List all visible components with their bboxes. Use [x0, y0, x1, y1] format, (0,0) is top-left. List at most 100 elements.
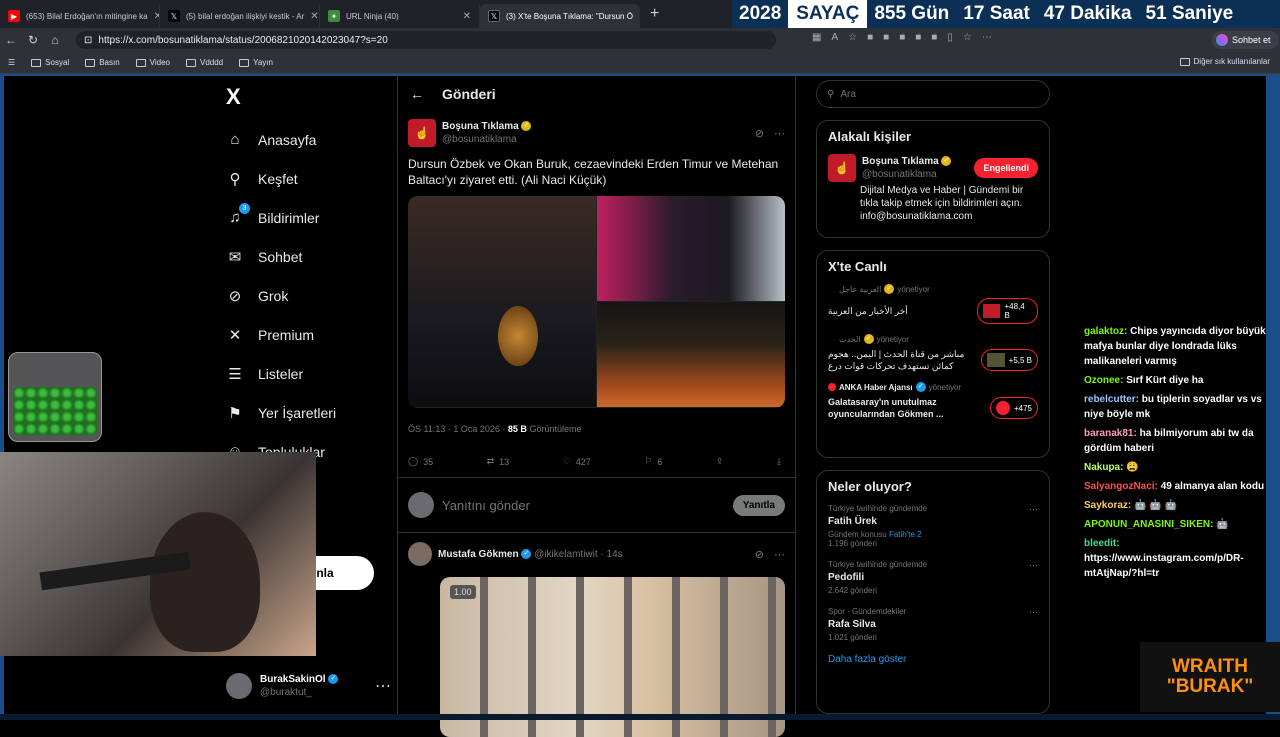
back-icon[interactable]: ←	[0, 33, 22, 47]
related-name[interactable]: Boşuna Tıklama	[862, 156, 939, 167]
post-media[interactable]: 1.00	[440, 577, 785, 737]
close-icon[interactable]: ✕	[463, 11, 471, 22]
live-item[interactable]: العربية عاجل ✓ yönetiyor أخر الأخبار من ال…	[828, 284, 1038, 324]
blocked-button[interactable]: Engellendi	[974, 158, 1038, 178]
share-icon[interactable]: ⇪	[716, 456, 724, 467]
stream-chat: galaktoz: Chips yayıncıda diyor büyük ma…	[1084, 324, 1272, 585]
copilot-chat-button[interactable]: Sohbet et	[1212, 31, 1279, 49]
tab-label: URL Ninja (40)	[346, 11, 399, 21]
browser-tab[interactable]: ✦ URL Ninja (40) ✕	[320, 4, 480, 28]
grok-icon[interactable]: ⊘	[755, 127, 764, 140]
chat-user: rebelcutter:	[1084, 394, 1140, 405]
media-badge: 1.00	[450, 585, 476, 599]
avatar	[408, 492, 434, 518]
post-text: Dursun Özbek ve Okan Buruk, cezaevindeki…	[408, 157, 779, 187]
sidebar-item-lists[interactable]: ☰ Listeler	[226, 354, 336, 393]
split-icon[interactable]: ▯	[947, 32, 953, 43]
trend-extra-link[interactable]: Fatih'te 2	[889, 530, 922, 539]
bookmarks-menu-icon[interactable]: ☰	[0, 58, 23, 67]
download-icon[interactable]: ⤓	[777, 456, 781, 467]
bookmark-folder[interactable]: Video	[128, 58, 178, 67]
sidebar-item-notifications[interactable]: ♫ 3 Bildirimler	[226, 198, 336, 237]
bookmark-folder[interactable]: Basın	[77, 58, 127, 67]
avatar[interactable]: ☝	[828, 154, 856, 182]
media-photo[interactable]	[597, 196, 785, 301]
home-icon[interactable]: ⌂	[44, 33, 66, 47]
chat-user: Saykoraz:	[1084, 500, 1132, 511]
more-icon[interactable]: ⋯	[1029, 504, 1038, 515]
site-info-icon[interactable]: ⊡	[84, 35, 92, 46]
extension-icon[interactable]: ■	[915, 32, 921, 43]
other-bookmarks[interactable]: Diğer sık kullanılanlar	[1179, 57, 1270, 66]
bookmark-folder[interactable]: Sosyal	[23, 58, 77, 67]
search-input[interactable]: ⚲ Ara	[816, 80, 1050, 108]
back-arrow-icon[interactable]: ←	[410, 86, 424, 102]
channel-icon	[828, 286, 836, 292]
more-icon[interactable]: ⋯	[774, 127, 785, 140]
star-icon[interactable]: ☆	[848, 32, 857, 43]
trend-context: Spor · Gündemdekiler	[828, 607, 907, 616]
browser-tab-active[interactable]: 𝕏 (3) X'te Boşuna Tıklama: "Dursun Ö ✕	[480, 4, 640, 28]
read-aloud-icon[interactable]: A	[831, 32, 838, 43]
post-handle: @bosunatiklama	[442, 134, 517, 145]
trend-item[interactable]: Türkiye tarihinde gündemde Pedofili 2.64…	[828, 560, 1038, 595]
avatar[interactable]: ☝	[408, 119, 436, 147]
like-count: 427	[575, 456, 591, 467]
url-field[interactable]: ⊡ https://x.com/bosunatiklama/status/200…	[76, 31, 776, 49]
bookmark-folder[interactable]: Vdddd	[178, 58, 231, 67]
grid-icon[interactable]: ▦	[812, 32, 821, 43]
live-item[interactable]: الحدث ✓ yönetiyor مباشر من قناة الحدث | ال…	[828, 334, 1038, 372]
bookmark-folder[interactable]: Yayın	[231, 58, 281, 67]
extension-icon[interactable]: ■	[867, 32, 873, 43]
repost-icon: ⇄	[486, 456, 495, 466]
ninja-icon: ✦	[328, 10, 340, 22]
x-logo[interactable]: X	[226, 84, 241, 110]
reply-action[interactable]: ◯ 35	[408, 456, 433, 467]
sidebar-item-chat[interactable]: ✉ Sohbet	[226, 237, 336, 276]
sidebar-item-grok[interactable]: ⊘ Grok	[226, 276, 336, 315]
post-author[interactable]: Mustafa Gökmen	[438, 549, 519, 560]
avatar[interactable]	[408, 542, 432, 566]
trend-item[interactable]: Spor · Gündemdekiler Rafa Silva 1.021 gö…	[828, 607, 1038, 642]
more-icon[interactable]: ⋯	[982, 32, 992, 43]
stream-brand-logo: WRAITH "BURAK"	[1140, 642, 1280, 712]
live-item[interactable]: ANKA Haber Ajansı ✓ yönetiyor Galatasaray'…	[828, 382, 1038, 420]
refresh-icon[interactable]: ↻	[22, 33, 44, 47]
like-action[interactable]: ♡ 427	[563, 456, 591, 467]
sidebar-item-bookmarks[interactable]: ⚑ Yer İşaretleri	[226, 393, 336, 432]
media-photo[interactable]	[408, 196, 596, 407]
channel-thumb	[982, 304, 1001, 318]
extension-icon[interactable]: ■	[931, 32, 937, 43]
x-live-card: X'te Canlı العربية عاجل ✓ yönetiyor أخر ال…	[816, 250, 1050, 458]
new-tab-button[interactable]: +	[640, 5, 669, 23]
bookmark-action[interactable]: ⚐ 6	[644, 456, 662, 467]
more-icon[interactable]: ⋯	[774, 548, 785, 561]
extension-icon[interactable]: ■	[899, 32, 905, 43]
sidebar-item-home[interactable]: ⌂ Anasayfa	[226, 120, 336, 159]
trend-item[interactable]: Türkiye tarihinde gündemde Fatih Ürek Gü…	[828, 504, 1038, 548]
reply-input[interactable]: Yanıtını gönder	[442, 498, 530, 513]
post-author[interactable]: Boşuna Tıklama	[442, 121, 519, 132]
favorites-icon[interactable]: ☆	[963, 32, 972, 43]
countdown-hours: 17 Saat	[963, 3, 1030, 24]
chat-text: 😩	[1126, 462, 1139, 473]
media-photo[interactable]	[597, 302, 785, 407]
repost-action[interactable]: ⇄ 13	[487, 456, 510, 467]
grok-icon[interactable]: ⊘	[755, 548, 764, 561]
sidebar-item-label: Bildirimler	[258, 209, 320, 226]
sidebar-item-premium[interactable]: ✕ Premium	[226, 315, 336, 354]
post-media[interactable]	[408, 196, 785, 408]
extension-icon[interactable]: ■	[883, 32, 889, 43]
browser-tab[interactable]: ▶ (653) Bilal Erdoğan'ın mitingine ka ✕	[0, 4, 160, 28]
sidebar-item-explore[interactable]: ⚲ Keşfet	[226, 159, 336, 198]
show-more-link[interactable]: Daha fazla göster	[828, 654, 1038, 665]
account-switcher[interactable]: BurakSakinOl ✓ @buraktut_ ⋯	[226, 668, 391, 704]
more-icon[interactable]: ⋯	[1029, 560, 1038, 571]
more-icon[interactable]: ⋯	[375, 676, 391, 696]
browser-tab[interactable]: 𝕏 (5) bilal erdoğan ilişkiyi kestik - Ar…	[160, 4, 320, 28]
live-title: مباشر من قناة الحدث | اليمن.. هجوم كمائن…	[828, 349, 965, 371]
close-icon[interactable]: ✕	[310, 11, 318, 22]
countdown-label: SAYAÇ	[788, 0, 868, 28]
more-icon[interactable]: ⋯	[1029, 607, 1038, 618]
reply-button[interactable]: Yanıtla	[732, 494, 785, 516]
